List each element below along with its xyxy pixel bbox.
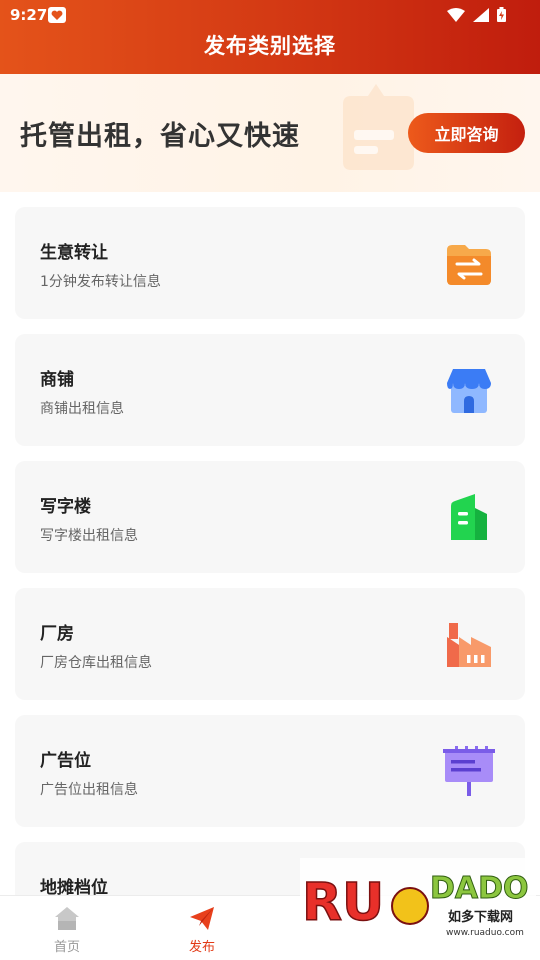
banner-slogan: 托管出租，省心又快速 [20, 121, 300, 152]
category-subtitle: 厂房仓库出租信息 [40, 655, 152, 671]
category-title: 生意转让 [40, 243, 108, 263]
category-subtitle: 广告位出租信息 [40, 782, 138, 798]
watermark-site-url: www.ruaduo.com [446, 928, 524, 938]
category-title: 写字楼 [40, 497, 91, 517]
watermark-site-name: 如多下载网 [448, 909, 513, 925]
battery-icon [497, 7, 506, 22]
app-notification-icon [48, 7, 66, 23]
tab-label: 发布 [188, 940, 215, 955]
tab-home[interactable]: 首页 [27, 896, 107, 960]
category-title: 广告位 [40, 751, 91, 771]
tab-publish[interactable]: 发布 [162, 896, 242, 960]
status-time: 9:27 [10, 6, 48, 24]
tab-label: 首页 [53, 940, 80, 955]
category-card-business-transfer[interactable]: 生意转让 1分钟发布转让信息 [15, 207, 525, 319]
category-subtitle: 商铺出租信息 [40, 401, 124, 417]
shop-icon [447, 369, 491, 413]
svg-text:RU: RU [302, 873, 384, 933]
wifi-icon [447, 7, 465, 22]
ruaduo-watermark-logo: RU DADO 如多下载网 www.ruaduo.com [300, 858, 536, 946]
category-title: 厂房 [40, 624, 74, 644]
signal-icon [473, 7, 489, 22]
category-card-factory[interactable]: 厂房 厂房仓库出租信息 [15, 588, 525, 700]
category-subtitle: 1分钟发布转让信息 [40, 274, 161, 290]
category-subtitle: 写字楼出租信息 [40, 528, 138, 544]
category-card-shop[interactable]: 商铺 商铺出租信息 [15, 334, 525, 446]
transfer-icon [447, 245, 491, 285]
home-icon [55, 907, 79, 930]
category-card-office[interactable]: 写字楼 写字楼出租信息 [15, 461, 525, 573]
page-title: 发布类别选择 [204, 34, 336, 58]
status-bar: 9:27 [0, 0, 540, 30]
category-title: 商铺 [40, 370, 74, 390]
consult-banner: 托管出租，省心又快速 立即咨询 [0, 74, 540, 192]
consult-now-button[interactable]: 立即咨询 [408, 113, 525, 153]
billboard-icon [443, 746, 495, 796]
factory-icon [447, 623, 491, 667]
office-building-icon [451, 494, 487, 540]
app-header: 9:27 发布类别选择 [0, 0, 540, 74]
category-card-billboard[interactable]: 广告位 广告位出租信息 [15, 715, 525, 827]
paper-plane-icon [190, 907, 214, 930]
svg-text:DADO: DADO [430, 871, 529, 906]
